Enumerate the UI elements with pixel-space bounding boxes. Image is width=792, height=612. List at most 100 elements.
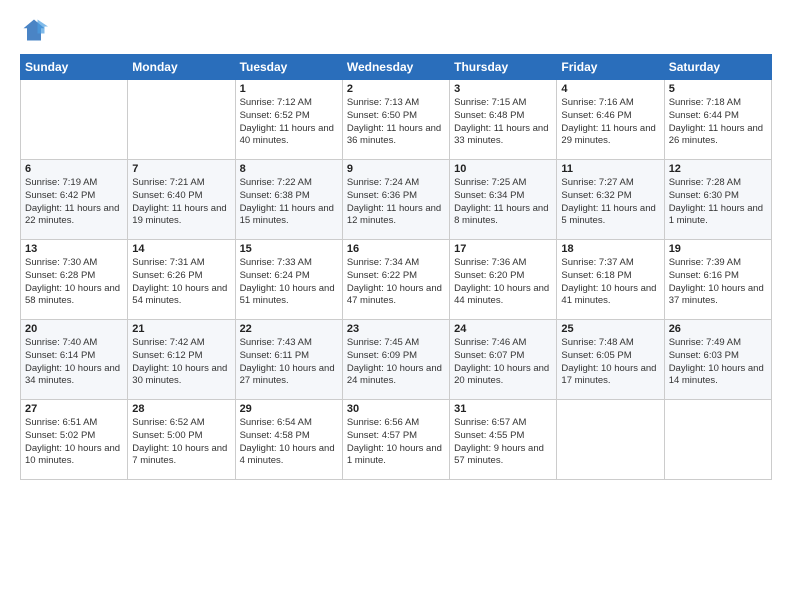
calendar-cell: 26 Sunrise: 7:49 AMSunset: 6:03 PMDayligh… [664,320,771,400]
calendar-cell: 15Sunrise: 7:33 AMSunset: 6:24 PMDayligh… [235,240,342,320]
calendar-cell: 8 Sunrise: 7:22 AMSunset: 6:38 PMDaylight… [235,160,342,240]
day-number: 11 [561,163,659,175]
day-number: 5 [669,83,767,95]
day-info: Sunrise: 7:27 AMSunset: 6:32 PMDaylight:… [561,177,659,228]
week-row-5: 27Sunrise: 6:51 AMSunset: 5:02 PMDayligh… [21,400,772,480]
week-row-1: 1Sunrise: 7:12 AMSunset: 6:52 PMDaylight… [21,80,772,160]
day-number: 4 [561,83,659,95]
calendar-cell: 3 Sunrise: 7:15 AMSunset: 6:48 PMDaylight… [450,80,557,160]
calendar-cell: 4 Sunrise: 7:16 AMSunset: 6:46 PMDaylight… [557,80,664,160]
col-header-sunday: Sunday [21,55,128,80]
day-number: 14 [132,243,230,255]
calendar-cell: 19 Sunrise: 7:39 AMSunset: 6:16 PMDayligh… [664,240,771,320]
day-info: Sunrise: 7:46 AMSunset: 6:07 PMDaylight:… [454,337,552,388]
day-info: Sunrise: 7:19 AMSunset: 6:42 PMDaylight:… [25,177,123,228]
calendar-cell: 9 Sunrise: 7:24 AMSunset: 6:36 PMDaylight… [342,160,449,240]
day-info: Sunrise: 7:18 AMSunset: 6:44 PMDaylight:… [669,97,767,148]
day-info: Sunrise: 7:49 AMSunset: 6:03 PMDaylight:… [669,337,767,388]
day-info: Sunrise: 6:52 AMSunset: 5:00 PMDaylight:… [132,417,230,468]
calendar-cell: 22Sunrise: 7:43 AMSunset: 6:11 PMDayligh… [235,320,342,400]
calendar-cell: 18 Sunrise: 7:37 AMSunset: 6:18 PMDayligh… [557,240,664,320]
day-number: 17 [454,243,552,255]
calendar-cell: 2 Sunrise: 7:13 AMSunset: 6:50 PMDaylight… [342,80,449,160]
day-info: Sunrise: 7:39 AMSunset: 6:16 PMDaylight:… [669,257,767,308]
day-info: Sunrise: 6:57 AMSunset: 4:55 PMDaylight:… [454,417,552,468]
header-row: SundayMondayTuesdayWednesdayThursdayFrid… [21,55,772,80]
calendar-cell: 25 Sunrise: 7:48 AMSunset: 6:05 PMDayligh… [557,320,664,400]
page: SundayMondayTuesdayWednesdayThursdayFrid… [0,0,792,612]
day-number: 24 [454,323,552,335]
day-number: 16 [347,243,445,255]
day-info: Sunrise: 7:34 AMSunset: 6:22 PMDaylight:… [347,257,445,308]
week-row-4: 20 Sunrise: 7:40 AMSunset: 6:14 PMDayligh… [21,320,772,400]
col-header-wednesday: Wednesday [342,55,449,80]
day-info: Sunrise: 6:51 AMSunset: 5:02 PMDaylight:… [25,417,123,468]
day-info: Sunrise: 7:12 AMSunset: 6:52 PMDaylight:… [240,97,338,148]
calendar-cell [128,80,235,160]
day-number: 20 [25,323,123,335]
header [20,16,772,44]
calendar-cell: 10Sunrise: 7:25 AMSunset: 6:34 PMDayligh… [450,160,557,240]
day-number: 23 [347,323,445,335]
day-number: 29 [240,403,338,415]
day-info: Sunrise: 7:42 AMSunset: 6:12 PMDaylight:… [132,337,230,388]
col-header-friday: Friday [557,55,664,80]
calendar-cell: 6Sunrise: 7:19 AMSunset: 6:42 PMDaylight… [21,160,128,240]
calendar-cell: 7Sunrise: 7:21 AMSunset: 6:40 PMDaylight… [128,160,235,240]
calendar-cell: 17 Sunrise: 7:36 AMSunset: 6:20 PMDayligh… [450,240,557,320]
day-info: Sunrise: 7:30 AMSunset: 6:28 PMDaylight:… [25,257,123,308]
day-info: Sunrise: 7:13 AMSunset: 6:50 PMDaylight:… [347,97,445,148]
day-info: Sunrise: 7:24 AMSunset: 6:36 PMDaylight:… [347,177,445,228]
calendar-cell: 13 Sunrise: 7:30 AMSunset: 6:28 PMDayligh… [21,240,128,320]
day-info: Sunrise: 7:36 AMSunset: 6:20 PMDaylight:… [454,257,552,308]
day-info: Sunrise: 7:45 AMSunset: 6:09 PMDaylight:… [347,337,445,388]
calendar-cell: 12 Sunrise: 7:28 AMSunset: 6:30 PMDayligh… [664,160,771,240]
day-number: 19 [669,243,767,255]
day-number: 12 [669,163,767,175]
day-number: 10 [454,163,552,175]
day-number: 3 [454,83,552,95]
day-info: Sunrise: 7:31 AMSunset: 6:26 PMDaylight:… [132,257,230,308]
calendar-cell: 16 Sunrise: 7:34 AMSunset: 6:22 PMDayligh… [342,240,449,320]
day-number: 7 [132,163,230,175]
calendar-cell: 27Sunrise: 6:51 AMSunset: 5:02 PMDayligh… [21,400,128,480]
week-row-3: 13 Sunrise: 7:30 AMSunset: 6:28 PMDayligh… [21,240,772,320]
day-info: Sunrise: 7:48 AMSunset: 6:05 PMDaylight:… [561,337,659,388]
day-number: 30 [347,403,445,415]
day-info: Sunrise: 7:37 AMSunset: 6:18 PMDaylight:… [561,257,659,308]
calendar-cell [557,400,664,480]
day-number: 13 [25,243,123,255]
calendar-cell: 30 Sunrise: 6:56 AMSunset: 4:57 PMDayligh… [342,400,449,480]
calendar-table: SundayMondayTuesdayWednesdayThursdayFrid… [20,54,772,480]
calendar-cell [664,400,771,480]
calendar-cell: 14 Sunrise: 7:31 AMSunset: 6:26 PMDayligh… [128,240,235,320]
calendar-cell: 23 Sunrise: 7:45 AMSunset: 6:09 PMDayligh… [342,320,449,400]
day-number: 22 [240,323,338,335]
calendar-cell: 31Sunrise: 6:57 AMSunset: 4:55 PMDayligh… [450,400,557,480]
day-number: 2 [347,83,445,95]
calendar-cell: 24 Sunrise: 7:46 AMSunset: 6:07 PMDayligh… [450,320,557,400]
logo [20,16,52,44]
day-number: 25 [561,323,659,335]
calendar-cell: 5 Sunrise: 7:18 AMSunset: 6:44 PMDaylight… [664,80,771,160]
day-info: Sunrise: 7:22 AMSunset: 6:38 PMDaylight:… [240,177,338,228]
day-info: Sunrise: 7:40 AMSunset: 6:14 PMDaylight:… [25,337,123,388]
calendar-cell [21,80,128,160]
day-number: 18 [561,243,659,255]
day-info: Sunrise: 7:16 AMSunset: 6:46 PMDaylight:… [561,97,659,148]
week-row-2: 6Sunrise: 7:19 AMSunset: 6:42 PMDaylight… [21,160,772,240]
col-header-saturday: Saturday [664,55,771,80]
day-info: Sunrise: 7:28 AMSunset: 6:30 PMDaylight:… [669,177,767,228]
logo-icon [20,16,48,44]
day-info: Sunrise: 7:15 AMSunset: 6:48 PMDaylight:… [454,97,552,148]
day-number: 26 [669,323,767,335]
col-header-thursday: Thursday [450,55,557,80]
day-number: 9 [347,163,445,175]
day-number: 8 [240,163,338,175]
calendar-cell: 29Sunrise: 6:54 AMSunset: 4:58 PMDayligh… [235,400,342,480]
day-number: 28 [132,403,230,415]
day-number: 21 [132,323,230,335]
day-info: Sunrise: 6:56 AMSunset: 4:57 PMDaylight:… [347,417,445,468]
calendar-cell: 21 Sunrise: 7:42 AMSunset: 6:12 PMDayligh… [128,320,235,400]
calendar-cell: 28 Sunrise: 6:52 AMSunset: 5:00 PMDayligh… [128,400,235,480]
